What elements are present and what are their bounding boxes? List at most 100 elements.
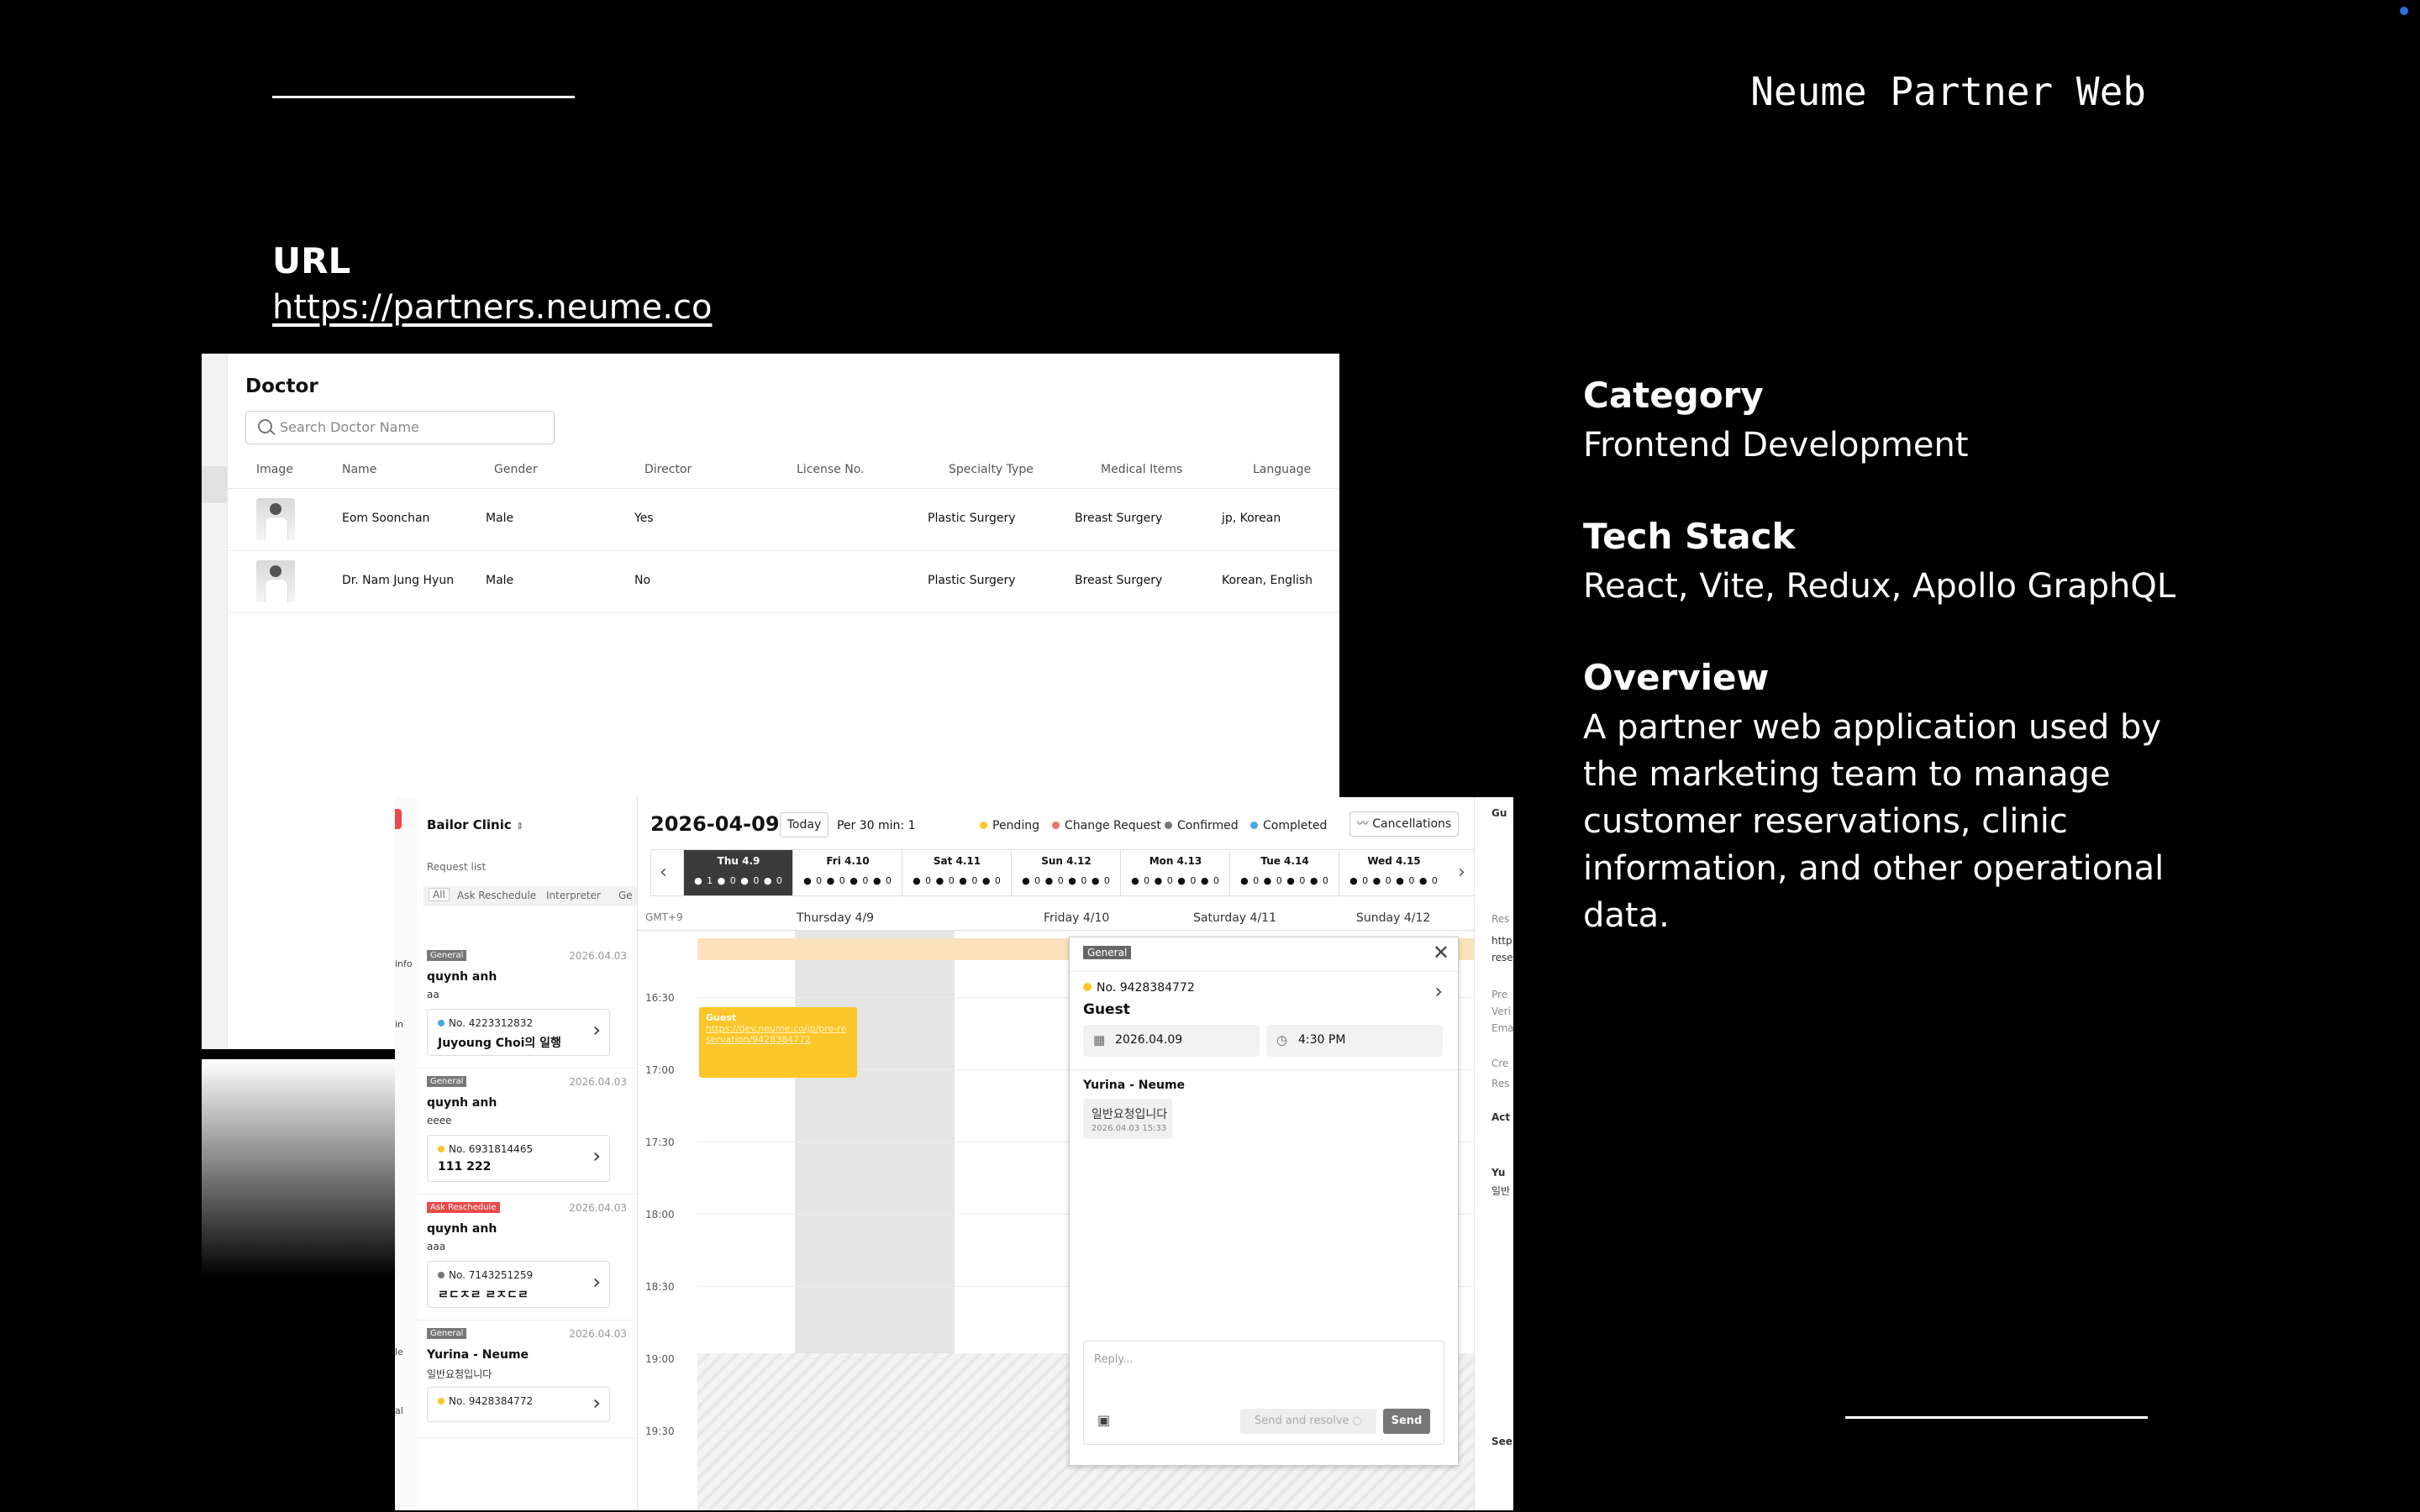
chevron-right-icon[interactable]: › — [1458, 862, 1465, 883]
doctor-medical-items: Breast Surgery — [1075, 512, 1163, 525]
reservation-number-text: No. 7143251259 — [449, 1269, 534, 1281]
page-title: Doctor — [245, 375, 318, 397]
legend-label: Pending — [992, 819, 1039, 832]
table-row[interactable]: Eom Soonchan Male Yes Plastic Surgery Br… — [227, 488, 1339, 551]
sidebar-item-label[interactable]: in — [395, 1019, 403, 1030]
doctor-director: No — [634, 574, 651, 587]
reservation-card[interactable]: No. 4223312832 Juyoung Choi의 일행 › — [427, 1009, 610, 1056]
reply-input[interactable]: Reply... ▣ Send and resolve ◌ Send — [1083, 1341, 1444, 1445]
send-and-resolve-label: Send and resolve — [1254, 1415, 1349, 1427]
week-day[interactable]: Sun 4.12 ● 0 ● 0 ● 0 ● 0 — [1011, 850, 1121, 895]
sidebar-selected-item[interactable] — [202, 466, 227, 503]
request-tag: General — [427, 1328, 467, 1339]
filter-tab[interactable]: Interpreter — [546, 890, 601, 901]
popup-tag: General — [1083, 946, 1132, 959]
day-counts: ● 0 ● 0 ● 0 ● 0 — [1240, 875, 1329, 886]
filter-tab[interactable]: All — [429, 888, 450, 901]
sidebar-item-label[interactable]: le — [395, 1347, 403, 1357]
reservation-card[interactable]: No. 9428384772 › — [427, 1387, 610, 1422]
filter-tab[interactable]: Ge — [618, 890, 633, 901]
peek-text: rese — [1491, 952, 1513, 963]
reservation-detail-popup: General ✕ No. 9428384772 › Guest ▦ 2026.0… — [1069, 937, 1459, 1466]
cancellations-button[interactable]: 〰 Cancellations — [1349, 811, 1459, 837]
today-button[interactable]: Today — [780, 812, 829, 837]
reservation-title: ㄹㄷㅈㄹ ㄹㅈㄷㄹ — [438, 1289, 529, 1302]
doctor-search-input[interactable]: Search Doctor Name — [245, 411, 555, 444]
current-date: 2026-04-09 — [650, 812, 780, 836]
reservation-number-text: No. 9428384772 — [1097, 981, 1195, 995]
nav-sidebar: info in le al — [395, 797, 418, 1510]
legend-dot — [1052, 822, 1060, 829]
time-label: 19:00 — [645, 1353, 675, 1365]
column-header: Language — [1253, 463, 1312, 476]
chevron-left-icon[interactable]: ‹ — [660, 862, 667, 883]
peek-text: Act — [1491, 1111, 1511, 1123]
peek-text: http — [1491, 935, 1512, 947]
event-link[interactable]: https://dev.neume.co/jp/pre-reservation/… — [706, 1023, 850, 1045]
status-dot — [438, 1146, 445, 1152]
request-tag: Ask Reschedule — [427, 1202, 500, 1213]
reservation-number: No. 4223312832 — [438, 1017, 533, 1029]
status-dot — [1083, 983, 1092, 991]
chevron-right-icon[interactable]: › — [1434, 979, 1443, 1003]
sidebar-item-label[interactable]: info — [395, 958, 413, 969]
table-row[interactable]: Dr. Nam Jung Hyun Male No Plastic Surger… — [227, 550, 1339, 613]
image-icon[interactable]: ▣ — [1097, 1412, 1110, 1428]
week-day[interactable]: Wed 4.15 ● 0 ● 0 ● 0 ● 0 — [1339, 850, 1449, 895]
detail-panel-peek: Gu Res http rese Pre Veri Ema Cre Res Ac… — [1474, 797, 1513, 1510]
time-label: 17:30 — [645, 1137, 675, 1148]
week-day[interactable]: Tue 4.14 ● 0 ● 0 ● 0 ● 0 — [1229, 850, 1339, 895]
week-day[interactable]: Mon 4.13 ● 0 ● 0 ● 0 ● 0 — [1120, 850, 1230, 895]
url-link[interactable]: https://partners.neume.co — [272, 284, 712, 331]
popup-reservation-number: No. 9428384772 — [1083, 981, 1195, 995]
clinic-selector[interactable]: Bailor Clinic ⇕ — [427, 817, 523, 832]
send-button[interactable]: Send — [1383, 1409, 1430, 1434]
request-message: aa — [427, 989, 439, 1000]
url-label: URL — [272, 240, 351, 281]
message-author: Yurina - Neume — [1083, 1079, 1186, 1092]
list-item[interactable]: General 2026.04.03 Yurina - Neume 일반요청입니… — [417, 1320, 637, 1438]
sidebar-item-label[interactable]: al — [395, 1405, 403, 1416]
reservation-number-text: No. 9428384772 — [449, 1395, 534, 1407]
wave-icon: 〰 — [1356, 817, 1369, 831]
date-field[interactable]: ▦ 2026.04.09 — [1083, 1025, 1260, 1057]
reservation-event[interactable]: Guest https://dev.neume.co/jp/pre-reserv… — [699, 1007, 857, 1078]
table-header: Image Name Gender Director License No. S… — [227, 453, 1339, 489]
legend-label: Completed — [1263, 819, 1328, 832]
legend-change-request: Change Request — [1052, 819, 1161, 832]
peek-text: Yu — [1491, 1167, 1506, 1179]
doctor-avatar — [256, 560, 295, 602]
peek-text: Veri — [1491, 1005, 1511, 1017]
week-day[interactable]: Sat 4.11 ● 0 ● 0 ● 0 ● 0 — [902, 850, 1012, 895]
time-label: 17:00 — [645, 1064, 675, 1076]
list-item[interactable]: Ask Reschedule 2026.04.03 quynh anh aaa … — [417, 1194, 637, 1320]
week-day[interactable]: Thu 4.9 ● 1 ● 0 ● 0 ● 0 — [683, 850, 793, 895]
column-header: Gender — [494, 463, 538, 476]
chevron-right-icon: › — [592, 1391, 601, 1415]
list-item[interactable]: General 2026.04.03 quynh anh aa No. 4223… — [417, 942, 637, 1068]
reservation-card[interactable]: No. 6931814465 111 222 › — [427, 1135, 610, 1182]
day-label: Thu 4.9 — [684, 855, 793, 867]
day-column-header: Sunday 4/12 — [1356, 911, 1431, 925]
reservation-card[interactable]: No. 7143251259 ㄹㄷㅈㄹ ㄹㅈㄷㄹ › — [427, 1261, 610, 1308]
doctor-language: Korean, English — [1222, 574, 1313, 587]
doctor-director: Yes — [634, 512, 654, 525]
day-label: Tue 4.14 — [1260, 855, 1309, 867]
legend-label: Change Request — [1065, 819, 1161, 832]
category-value: Frontend Development — [1583, 426, 1969, 465]
column-header: Medical Items — [1101, 463, 1183, 476]
time-field[interactable]: ◷ 4:30 PM — [1266, 1025, 1443, 1057]
legend-dot — [1165, 822, 1172, 829]
week-day[interactable]: Fri 4.10 ● 0 ● 0 ● 0 ● 0 — [792, 850, 902, 895]
close-icon[interactable]: ✕ — [1433, 941, 1449, 964]
list-item[interactable]: General 2026.04.03 quynh anh eeee No. 69… — [417, 1068, 637, 1194]
time-value: 4:30 PM — [1298, 1033, 1346, 1047]
legend-label: Confirmed — [1177, 819, 1239, 832]
screenshot-fade — [202, 1059, 395, 1278]
legend-confirmed: Confirmed — [1165, 819, 1239, 832]
doctor-specialty: Plastic Surgery — [928, 512, 1016, 525]
send-and-resolve-button[interactable]: Send and resolve ◌ — [1240, 1409, 1376, 1434]
time-label: 18:30 — [645, 1281, 675, 1293]
filter-tab[interactable]: Ask Reschedule — [457, 890, 536, 901]
chevron-right-icon: › — [592, 1270, 601, 1294]
